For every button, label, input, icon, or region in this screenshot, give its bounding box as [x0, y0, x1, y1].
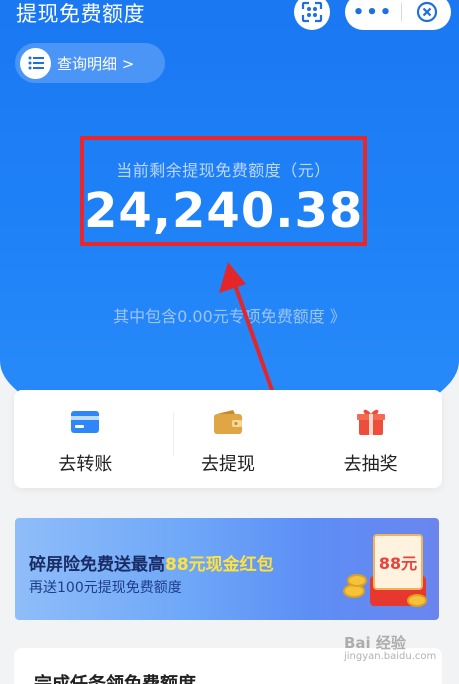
promo-subtitle: 再送100元提现免费额度 [29, 580, 182, 596]
query-details-label: 查询明细 > [57, 54, 135, 73]
mini-program-capsule: ••• [345, 0, 451, 30]
withdraw-action[interactable]: 去提现 [157, 390, 300, 488]
list-icon [20, 47, 51, 79]
coin-icon [407, 594, 427, 607]
card-icon [71, 411, 100, 433]
query-details-button[interactable]: 查询明细 > [15, 43, 165, 83]
scan-icon [301, 1, 323, 23]
transfer-action[interactable]: 去转账 [14, 390, 157, 488]
wallet-icon [214, 410, 242, 434]
watermark-url: jingyan.baidu.com [344, 651, 437, 662]
promo-title: 碎屏险免费送最高88元现金红包 [29, 550, 274, 575]
coin-icon [347, 574, 367, 587]
watermark: Bai 经验 jingyan.baidu.com [344, 632, 436, 662]
transfer-label: 去转账 [58, 454, 113, 475]
red-packet-card: 88元 [373, 534, 423, 590]
special-quota-link[interactable]: 其中包含0.00元专项免费额度 》 [0, 303, 459, 327]
promo-banner[interactable]: 碎屏险免费送最高88元现金红包 再送100元提现免费额度 88元 [15, 518, 439, 620]
lottery-action[interactable]: 去抽奖 [299, 390, 442, 488]
lottery-label: 去抽奖 [343, 454, 398, 475]
watermark-text: Bai 经验 [344, 634, 406, 652]
task-title: 完成任务领免费额度 [34, 670, 196, 684]
actions-divider [173, 412, 174, 456]
more-button[interactable]: ••• [345, 2, 401, 23]
gift-icon [356, 409, 385, 435]
close-button[interactable] [402, 1, 451, 23]
promo-title-highlight: 88元现金红包 [165, 555, 274, 575]
red-packet-amount: 88元 [378, 554, 418, 573]
withdraw-label: 去提现 [201, 454, 255, 475]
balance-label: 当前剩余提现免费额度（元） [116, 161, 331, 180]
close-icon [416, 1, 437, 23]
balance-highlight-box: 当前剩余提现免费额度（元） 24,240.38 [80, 136, 367, 246]
page-title: 提现免费额度 [16, 2, 145, 26]
promo-title-prefix: 碎屏险免费送最高 [29, 555, 165, 575]
quick-actions-card: 去转账 去提现 去抽奖 [14, 390, 442, 488]
balance-amount: 24,240.38 [84, 183, 364, 239]
